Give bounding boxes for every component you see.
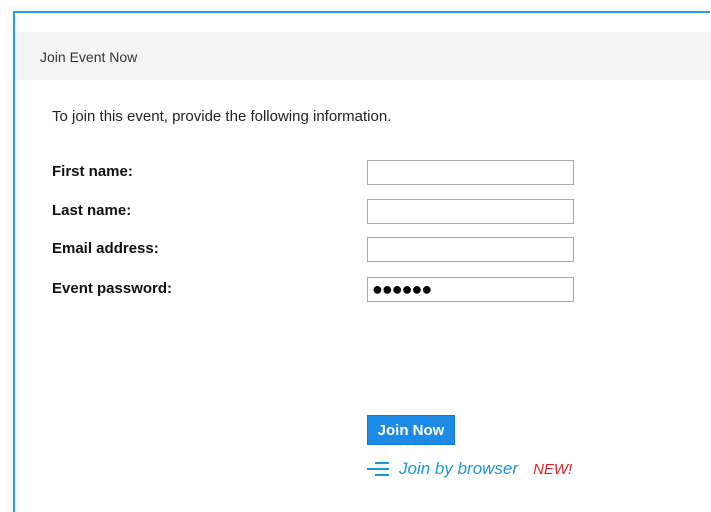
last-name-field[interactable] bbox=[367, 199, 574, 224]
join-now-button[interactable]: Join Now bbox=[367, 415, 455, 445]
email-label: Email address: bbox=[52, 240, 159, 257]
menu-lines-icon bbox=[367, 460, 391, 478]
panel-title: Join Event Now bbox=[40, 49, 138, 65]
join-by-browser-link[interactable]: Join by browser NEW! bbox=[367, 459, 572, 479]
event-password-label: Event password: bbox=[52, 280, 173, 297]
new-badge: NEW! bbox=[533, 460, 573, 478]
form-instructions: To join this event, provide the followin… bbox=[52, 108, 392, 125]
last-name-label: Last name: bbox=[52, 202, 132, 219]
window-frame bbox=[13, 11, 710, 512]
join-by-browser-label: Join by browser bbox=[399, 459, 519, 478]
first-name-field[interactable] bbox=[367, 160, 574, 185]
first-name-label: First name: bbox=[52, 163, 133, 180]
panel-header: Join Event Now bbox=[15, 32, 711, 80]
email-field[interactable] bbox=[367, 237, 574, 262]
event-password-field[interactable]: ●●●●●● bbox=[367, 277, 574, 302]
